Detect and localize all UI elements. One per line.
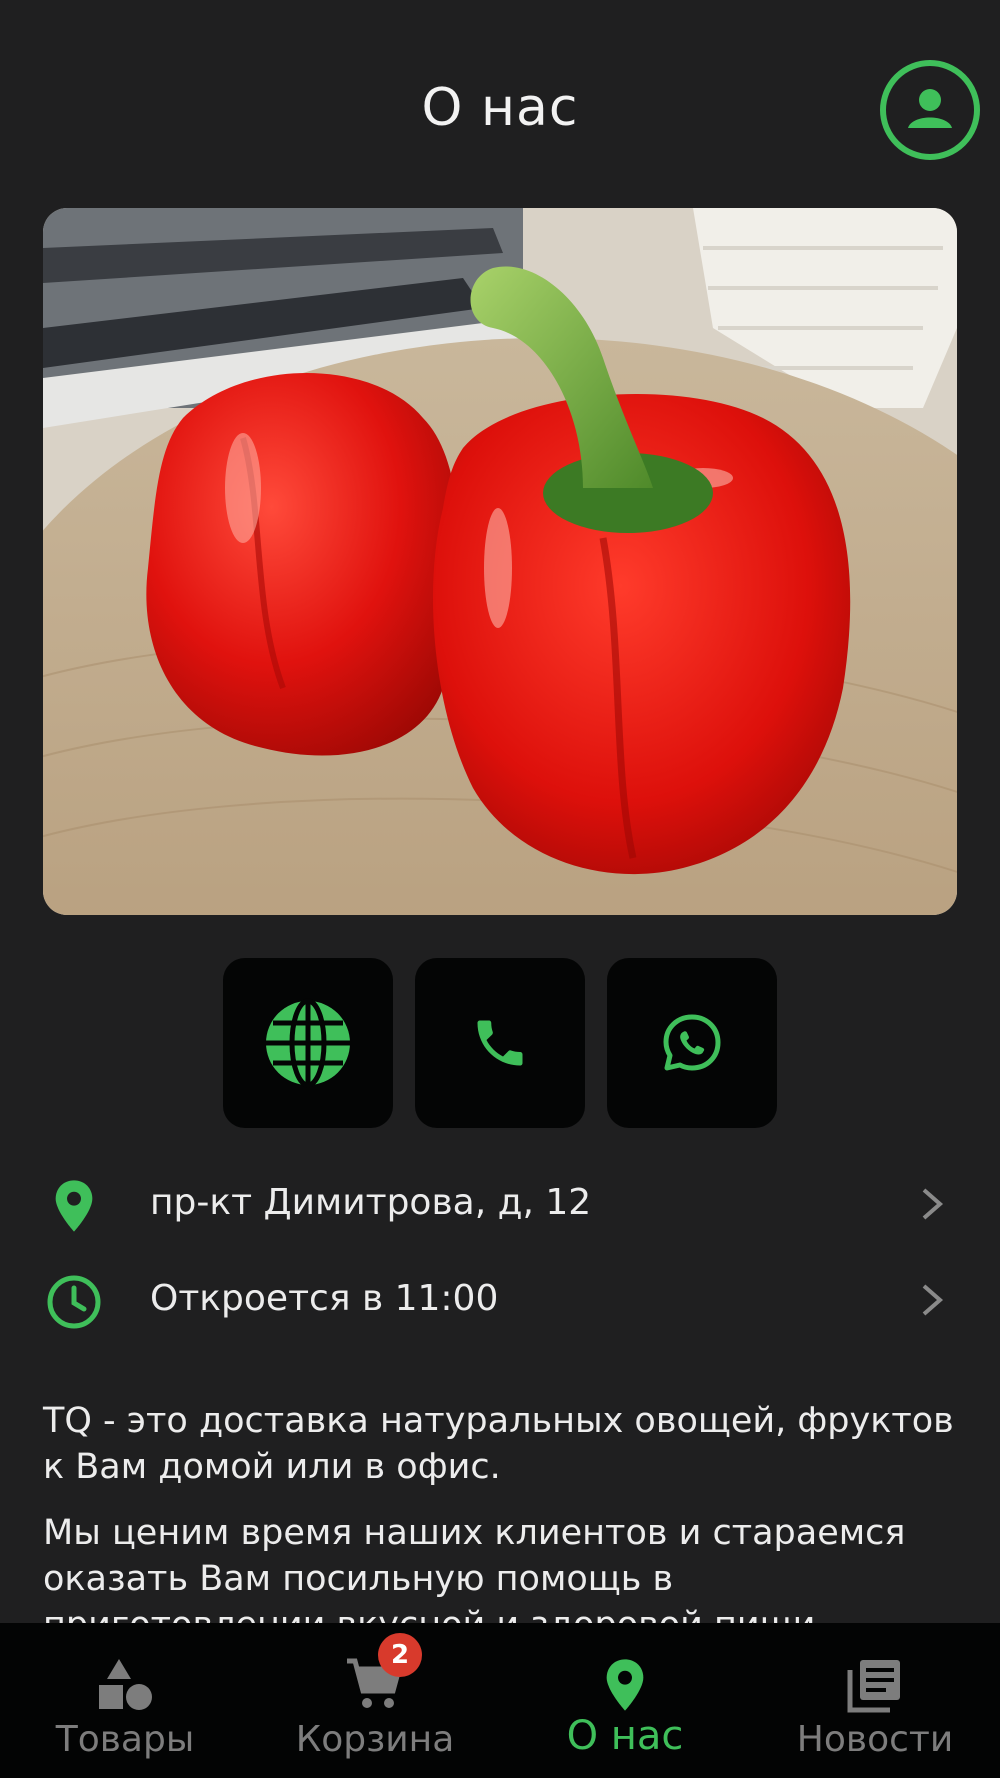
- account-circle-icon: [908, 89, 952, 128]
- whatsapp-icon: [663, 1014, 721, 1071]
- page-title: О нас: [421, 78, 579, 138]
- nav-label: О нас: [566, 1713, 684, 1759]
- nav-label: Новости: [796, 1719, 954, 1760]
- map-pin-icon: [44, 1176, 104, 1236]
- clock-icon: [44, 1272, 104, 1332]
- chevron-right-icon: [922, 1188, 944, 1220]
- bottom-navigation: Товары 2 Корзина О нас Новости: [0, 1623, 1000, 1778]
- hours-row[interactable]: Откроется в 11:00: [0, 1260, 1000, 1340]
- phone-icon: [477, 1020, 523, 1066]
- map-pin-icon: [585, 1653, 665, 1717]
- hours-text: Откроется в 11:00: [150, 1278, 499, 1319]
- website-button[interactable]: [223, 958, 393, 1128]
- nav-item-news[interactable]: Новости: [750, 1623, 1000, 1778]
- cart-count-badge: 2: [378, 1633, 422, 1677]
- nav-label: Товары: [55, 1719, 195, 1760]
- globe-icon: [266, 998, 350, 1088]
- contact-actions: [0, 958, 1000, 1128]
- whatsapp-button[interactable]: [607, 958, 777, 1128]
- nav-item-cart[interactable]: 2 Корзина: [250, 1623, 500, 1778]
- address-text: пр-кт Димитрова, д, 12: [150, 1182, 592, 1223]
- address-row[interactable]: пр-кт Димитрова, д, 12: [0, 1164, 1000, 1244]
- profile-button[interactable]: [880, 60, 980, 160]
- nav-label: Корзина: [295, 1719, 455, 1760]
- phone-button[interactable]: [415, 958, 585, 1128]
- shapes-icon: [85, 1653, 165, 1717]
- nav-item-products[interactable]: Товары: [0, 1623, 250, 1778]
- hero-image: [43, 208, 957, 915]
- newspaper-icon: [835, 1653, 915, 1717]
- header: О нас: [0, 0, 1000, 200]
- chevron-right-icon: [922, 1284, 944, 1316]
- nav-item-about[interactable]: О нас: [500, 1623, 750, 1778]
- description-paragraph: ТQ - это доставка натуральных овощей, фр…: [43, 1401, 954, 1487]
